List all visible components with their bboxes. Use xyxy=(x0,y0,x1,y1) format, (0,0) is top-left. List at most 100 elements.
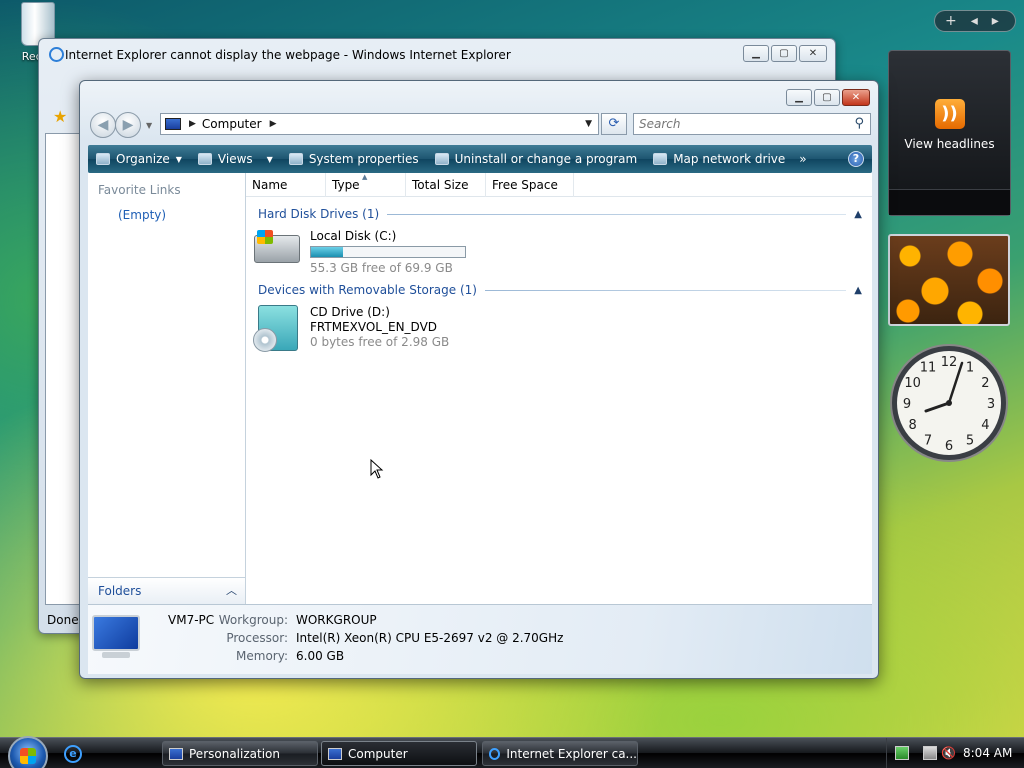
favorite-links-empty: (Empty) xyxy=(118,208,167,222)
ie-status-text: Done xyxy=(47,613,79,627)
column-type-label: Type xyxy=(332,178,360,192)
column-headers: Name ▲ Type Total Size Free Space xyxy=(246,173,872,197)
folders-toggle[interactable]: Folders ︿ xyxy=(88,577,246,604)
explorer-caption-buttons: ▁ ▢ ✕ xyxy=(786,89,870,106)
clock-gadget[interactable]: 12 12 3 45678 9 1011 xyxy=(888,342,1010,464)
address-bar[interactable]: ▶ Computer ▶ ▼ xyxy=(160,113,599,135)
previous-gadgets-button[interactable]: ◂ xyxy=(971,13,978,29)
search-input[interactable] xyxy=(634,114,834,134)
next-gadgets-button[interactable]: ▸ xyxy=(992,13,999,29)
quick-launch-ie-icon[interactable]: e xyxy=(64,745,82,763)
uninstall-program-button[interactable]: Uninstall or change a program xyxy=(427,145,646,173)
command-bar: Organize ▼ Views ▼ System properties Uni… xyxy=(88,145,872,173)
uninstall-icon xyxy=(434,153,449,165)
connection-status-icon[interactable] xyxy=(923,746,937,760)
more-commands-button[interactable]: » xyxy=(793,145,812,173)
drive-name: Local Disk (C:) xyxy=(310,229,397,243)
address-location[interactable]: Computer xyxy=(202,117,262,131)
breadcrumb-arrow-icon[interactable]: ▶ xyxy=(270,119,277,129)
add-gadget-button[interactable]: + xyxy=(945,13,957,29)
computer-explorer-window[interactable]: ▁ ▢ ✕ ◀ ▶ ▼ ▶ Computer ▶ ▼ ⟳ ⚲ Organize … xyxy=(79,80,879,679)
favorites-star-icon[interactable]: ★ xyxy=(53,107,67,126)
taskbar-button-label: Computer xyxy=(348,746,408,761)
sidebar-controls: + ◂ ▸ xyxy=(934,10,1016,32)
refresh-button[interactable]: ⟳ xyxy=(601,113,627,135)
drive-cd-d[interactable]: CD Drive (D:) FRTMEXVOL_EN_DVD 0 bytes f… xyxy=(253,305,449,352)
feed-headlines-gadget[interactable]: )) View headlines xyxy=(888,50,1011,216)
disc-icon xyxy=(253,328,277,352)
processor-value: Intel(R) Xeon(R) CPU E5-2697 v2 @ 2.70GH… xyxy=(296,631,564,645)
forward-button[interactable]: ▶ xyxy=(115,112,141,138)
address-dropdown-icon[interactable]: ▼ xyxy=(585,119,592,129)
computer-monitor-icon xyxy=(92,615,146,661)
system-properties-label: System properties xyxy=(308,152,419,166)
organize-button[interactable]: Organize ▼ xyxy=(88,145,190,173)
back-button[interactable]: ◀ xyxy=(90,112,116,138)
search-icon[interactable]: ⚲ xyxy=(854,116,864,131)
group-title: Hard Disk Drives (1) xyxy=(258,207,380,221)
taskbar-clock[interactable]: 8:04 AM xyxy=(963,746,1012,760)
minimize-button[interactable]: ▁ xyxy=(786,89,812,106)
windows-flag-icon xyxy=(257,230,273,244)
chevron-up-icon[interactable]: ▲ xyxy=(854,209,862,220)
ie-maximize-button[interactable]: ▢ xyxy=(771,45,797,62)
start-button[interactable] xyxy=(8,736,48,768)
memory-value: 6.00 GB xyxy=(296,649,345,663)
clock-number: 10 xyxy=(904,376,921,391)
clock-number: 2 xyxy=(981,376,989,391)
computer-icon xyxy=(165,118,181,130)
maximize-button[interactable]: ▢ xyxy=(814,89,840,106)
network-icon[interactable] xyxy=(895,746,909,760)
column-type[interactable]: ▲ Type xyxy=(326,173,406,197)
views-icon xyxy=(197,153,212,165)
group-removable-storage[interactable]: Devices with Removable Storage (1) ▲ xyxy=(258,283,862,297)
map-network-drive-button[interactable]: Map network drive xyxy=(645,145,793,173)
taskbar-button-personalization[interactable]: Personalization xyxy=(162,741,318,766)
feed-gadget-label: View headlines xyxy=(904,137,995,151)
taskbar: e Personalization Computer Internet Expl… xyxy=(0,736,1024,768)
column-name[interactable]: Name xyxy=(246,173,326,197)
taskbar-button-label: Internet Explorer ca... xyxy=(506,746,637,761)
uninstall-label: Uninstall or change a program xyxy=(454,152,638,166)
views-label: Views xyxy=(217,152,253,166)
group-divider xyxy=(484,289,847,291)
taskbar-button-internet-explorer[interactable]: Internet Explorer ca... xyxy=(482,741,638,766)
recent-pages-dropdown[interactable]: ▼ xyxy=(146,121,152,130)
breadcrumb-arrow-icon[interactable]: ▶ xyxy=(189,119,196,129)
views-button[interactable]: Views ▼ xyxy=(190,145,281,173)
group-hard-disk-drives[interactable]: Hard Disk Drives (1) ▲ xyxy=(258,207,862,221)
clock-number: 1 xyxy=(966,361,974,376)
close-button[interactable]: ✕ xyxy=(842,89,870,106)
volume-muted-icon[interactable]: 🔇 xyxy=(941,746,956,760)
clock-number: 3 xyxy=(987,397,995,412)
file-list-pane: Name ▲ Type Total Size Free Space Hard D… xyxy=(246,173,872,604)
ie-minimize-button[interactable]: ▁ xyxy=(743,45,769,62)
favorite-links-heading: Favorite Links xyxy=(98,183,181,197)
chevron-down-icon: ▼ xyxy=(266,154,273,164)
search-box[interactable]: ⚲ xyxy=(633,113,871,135)
drive-info: CD Drive (D:) FRTMEXVOL_EN_DVD 0 bytes f… xyxy=(310,305,449,351)
taskbar-button-computer[interactable]: Computer xyxy=(321,741,477,766)
column-total-size[interactable]: Total Size xyxy=(406,173,486,197)
organize-icon xyxy=(96,153,110,165)
clock-number: 5 xyxy=(966,433,974,448)
chevron-up-icon[interactable]: ▲ xyxy=(854,285,862,296)
group-title: Devices with Removable Storage (1) xyxy=(258,283,477,297)
organize-label: Organize xyxy=(116,152,170,166)
help-icon[interactable]: ? xyxy=(848,151,864,167)
system-tray: 🔇 8:04 AM xyxy=(886,738,1024,768)
drive-volume-label: FRTMEXVOL_EN_DVD xyxy=(310,320,438,334)
feed-gadget-footer xyxy=(889,189,1010,215)
windows-logo-icon xyxy=(20,748,36,764)
slideshow-gadget[interactable] xyxy=(888,234,1010,326)
workgroup-value: WORKGROUP xyxy=(296,613,377,627)
clock-number: 4 xyxy=(981,418,989,433)
drive-usage-fill xyxy=(311,247,344,257)
system-properties-button[interactable]: System properties xyxy=(281,145,427,173)
column-free-space[interactable]: Free Space xyxy=(486,173,574,197)
network-drive-icon xyxy=(653,153,668,165)
ie-window-title: Internet Explorer cannot display the web… xyxy=(65,48,511,62)
drive-local-disk-c[interactable]: Local Disk (C:) 55.3 GB free of 69.9 GB xyxy=(254,229,466,276)
chevron-up-icon: ︿ xyxy=(226,584,237,597)
ie-close-button[interactable]: ✕ xyxy=(799,45,827,62)
